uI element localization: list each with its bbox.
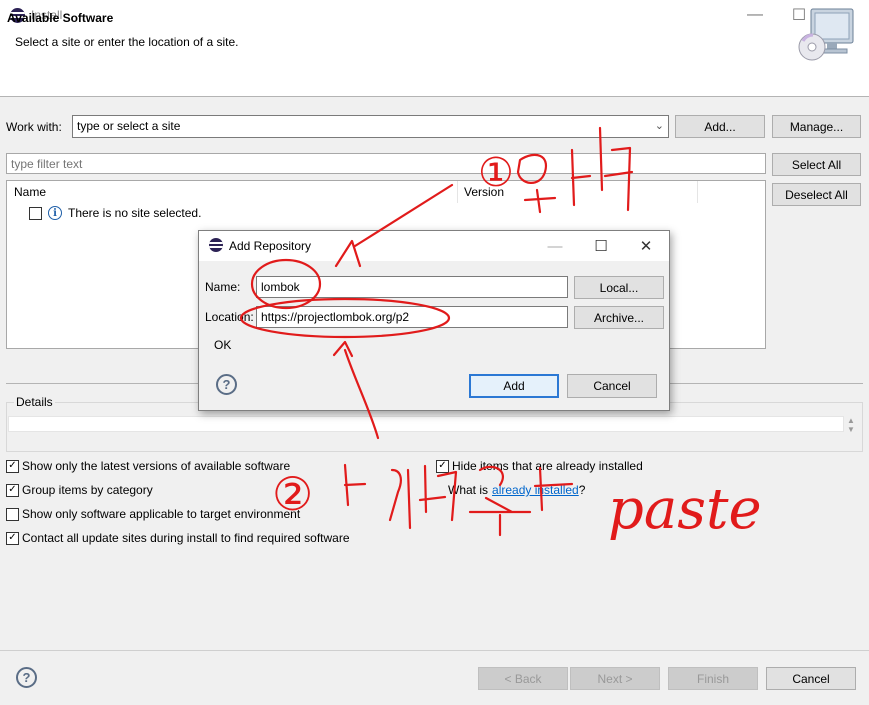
local-button[interactable]: Local... [574, 276, 664, 299]
manage-sites-button[interactable]: Manage... [772, 115, 861, 138]
deselect-all-button[interactable]: Deselect All [772, 183, 861, 206]
details-text-area[interactable] [8, 416, 844, 432]
annotation-paste-text: paste [608, 477, 762, 542]
finish-button[interactable]: Finish [668, 667, 758, 690]
add-button[interactable]: Add [469, 374, 559, 398]
column-header-version[interactable]: Version [464, 185, 504, 199]
tree-row[interactable]: i There is no site selected. [29, 206, 201, 220]
checkbox-checked[interactable]: ✓ [436, 459, 449, 473]
option-latest-versions[interactable]: ✓ Show only the latest versions of avail… [6, 459, 290, 473]
column-divider [697, 181, 698, 203]
details-label: Details [14, 395, 55, 409]
select-all-button[interactable]: Select All [772, 153, 861, 176]
row-checkbox[interactable] [29, 206, 42, 220]
option-label: Group items by category [22, 483, 153, 497]
minimize-icon[interactable]: — [735, 4, 775, 26]
what-is-text: What is [448, 483, 489, 497]
option-group-by-category[interactable]: ✓ Group items by category [6, 483, 153, 497]
filter-input[interactable] [6, 153, 766, 174]
site-combo-value: type or select a site [77, 119, 181, 133]
checkbox-unchecked[interactable] [6, 507, 19, 521]
help-icon[interactable]: ? [16, 667, 37, 688]
info-icon: i [48, 206, 62, 220]
scribble-annotation [388, 468, 412, 530]
option-applicable-only[interactable]: Show only software applicable to target … [6, 507, 300, 521]
location-label: Location: [205, 310, 254, 324]
location-field[interactable]: https://projectlombok.org/p2 [256, 306, 568, 328]
close-icon[interactable]: ✕ [626, 235, 666, 257]
install-computer-icon [798, 8, 854, 61]
column-divider [457, 181, 458, 203]
dialog-title: Add Repository [229, 239, 312, 253]
scribble-annotation [343, 463, 367, 507]
already-installed-line: What is already installed? [448, 483, 585, 497]
add-repository-dialog: Add Repository — ☐ ✕ Name: lombok Local.… [198, 230, 670, 411]
status-text: OK [214, 338, 232, 352]
eclipse-logo-icon [209, 238, 223, 252]
maximize-icon[interactable]: ☐ [581, 235, 621, 257]
page-description: Select a site or enter the location of a… [15, 35, 239, 49]
minimize-icon[interactable]: — [535, 235, 575, 257]
checkbox-checked[interactable]: ✓ [6, 531, 19, 545]
checkbox-checked[interactable]: ✓ [6, 459, 19, 473]
scribble-annotation [468, 465, 532, 537]
dialog-cancel-button[interactable]: Cancel [567, 374, 657, 398]
chevron-down-icon[interactable]: ⌄ [655, 119, 664, 132]
name-label: Name: [205, 280, 241, 294]
option-hide-installed[interactable]: ✓ Hide items that are already installed [436, 459, 643, 473]
empty-message: There is no site selected. [68, 206, 202, 220]
column-header-name[interactable]: Name [14, 185, 46, 199]
page-title: Available Software [7, 11, 114, 25]
archive-button[interactable]: Archive... [574, 306, 664, 329]
site-combo[interactable]: type or select a site ⌄ [72, 115, 669, 138]
work-with-label: Work with: [6, 120, 62, 134]
question-text: ? [578, 483, 586, 497]
cancel-button[interactable]: Cancel [766, 667, 856, 690]
back-button[interactable]: < Back [478, 667, 568, 690]
checkbox-checked[interactable]: ✓ [6, 483, 19, 497]
option-label: Show only software applicable to target … [22, 507, 301, 521]
option-label: Contact all update sites during install … [22, 531, 350, 545]
option-label: Hide items that are already installed [452, 459, 643, 473]
already-installed-link[interactable]: already installed [492, 483, 579, 497]
name-field[interactable]: lombok [256, 276, 568, 298]
help-icon[interactable]: ? [216, 374, 237, 395]
option-contact-sites[interactable]: ✓ Contact all update sites during instal… [6, 531, 350, 545]
divider [0, 650, 869, 651]
next-button[interactable]: Next > [570, 667, 660, 690]
option-label: Show only the latest versions of availab… [22, 459, 291, 473]
add-site-button[interactable]: Add... [675, 115, 765, 138]
details-scroll-arrows[interactable]: ▲ ▼ [846, 416, 856, 436]
